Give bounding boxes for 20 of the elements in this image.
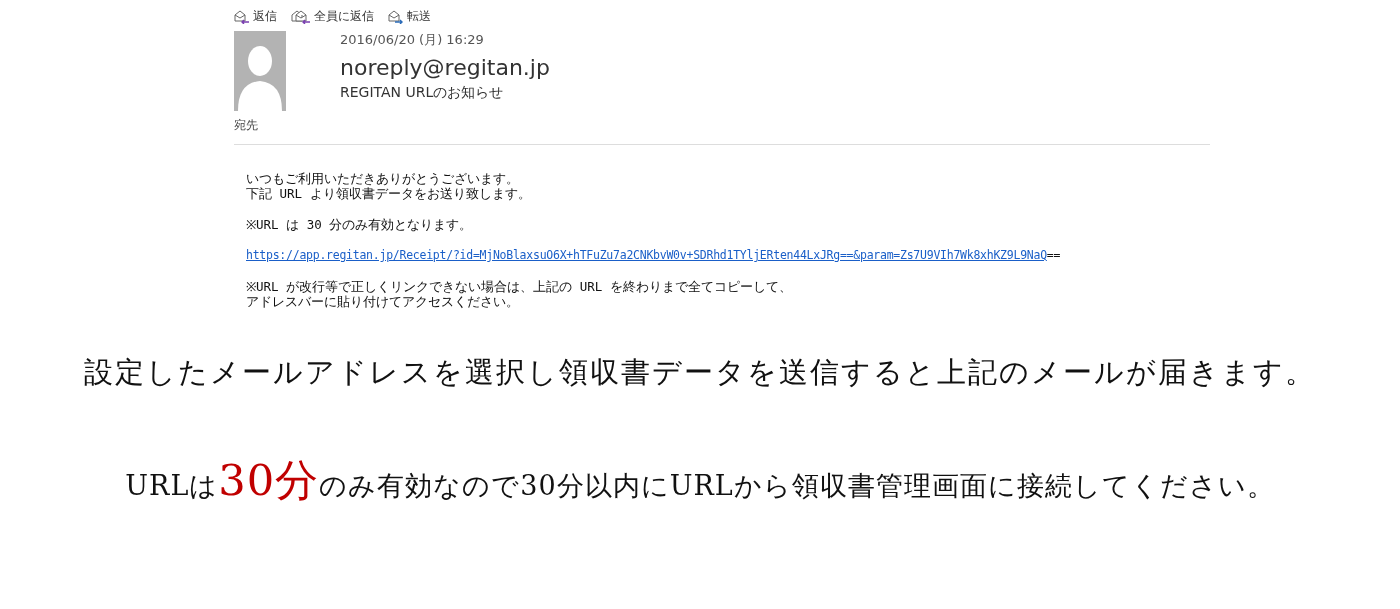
toolbar-button[interactable]: 全員に返信 — [291, 8, 374, 25]
caption-text: URLは 30分のみ有効なので30分以内にURLから領収書管理画面に接続してください。 — [125, 454, 1275, 507]
forward-icon — [388, 9, 404, 24]
sender-address: noreply@regitan.jp — [340, 55, 550, 80]
avatar-icon — [234, 31, 286, 111]
caption-text: 設定したメールアドレスを選択し領収書データを送信すると上記のメールが届きます。 — [84, 354, 1316, 391]
message-subject: REGITAN URLのお知らせ — [340, 84, 505, 102]
message-date: 2016/06/20 (月) 16:29 — [340, 31, 485, 49]
body-text: ※URL が改行等で正しくリンクできない場合は、上記の URL を終わりまで全てコピーして、 — [246, 279, 792, 294]
recipient-label: 宛先 — [234, 117, 258, 134]
receipt-link[interactable]: https://app.regitan.jp/Receipt/?id=MjNoBlaxsuO6X+hTFuZu7a2CNKbvW0v+SDRhd1TYljERten44LxJRg==&param=Zs7U9VIh7Wk8xhKZ9L9NaQ — [246, 248, 1047, 263]
toolbar-button[interactable]: 転送 — [388, 8, 431, 25]
reply-icon — [234, 9, 250, 24]
body-text: アドレスバーに貼り付けてアクセスください。 — [246, 294, 519, 309]
link-tail-text: == — [1046, 248, 1061, 263]
body-text: いつもご利用いただきありがとうございます。 — [246, 171, 519, 186]
toolbar-button[interactable]: 返信 — [234, 8, 277, 25]
reply-all-icon — [291, 9, 311, 24]
body-text: 下記 URL より領収書データをお送り致します。 — [246, 186, 531, 201]
body-text: ※URL は 30 分のみ有効となります。 — [246, 217, 473, 232]
